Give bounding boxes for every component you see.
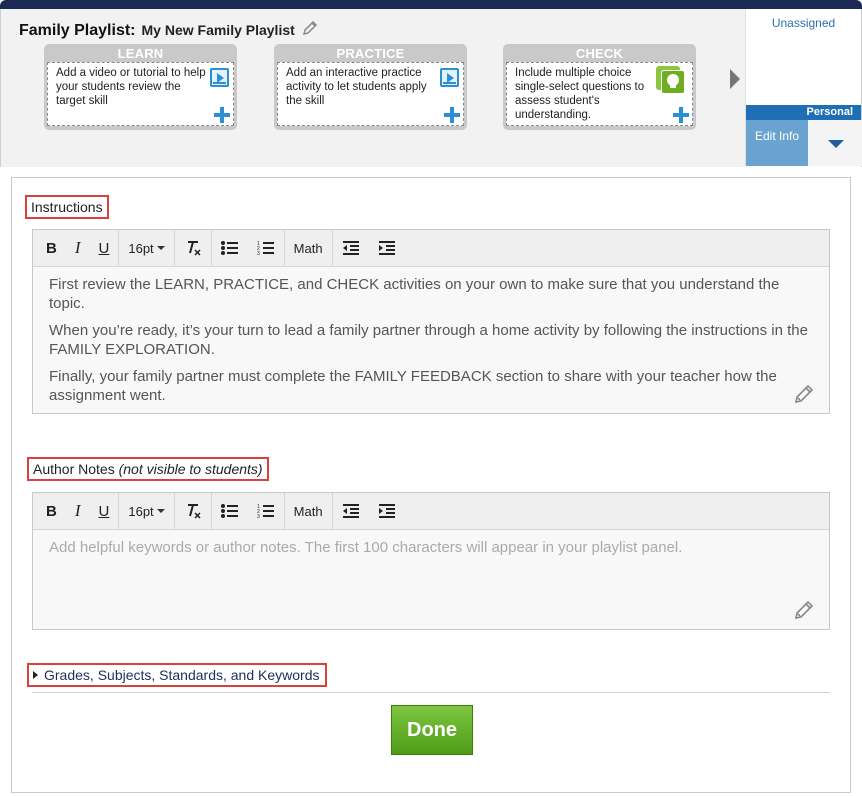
author-notes-label-text: Author Notes [33, 461, 115, 477]
check-card-text: Include multiple choice single-select qu… [515, 67, 645, 121]
author-notes-editor[interactable]: B I U 16pt 123 Math Add helpful keywords… [32, 492, 830, 630]
svg-text:3: 3 [257, 251, 260, 256]
add-check-plus-icon[interactable] [673, 107, 689, 123]
clear-format-button[interactable] [175, 493, 211, 530]
underline-button[interactable]: U [90, 230, 119, 267]
outdent-button[interactable] [333, 493, 369, 530]
clear-format-button[interactable] [175, 230, 211, 267]
next-arrow-icon[interactable] [730, 69, 740, 89]
grades-subjects-toggle[interactable]: Grades, Subjects, Standards, and Keyword… [27, 663, 328, 687]
edit-info-button[interactable]: Edit Info [746, 120, 808, 166]
section-divider [32, 692, 830, 693]
instructions-label: Instructions [25, 195, 109, 219]
author-notes-label: Author Notes (not visible to students) [27, 457, 269, 481]
indent-button[interactable] [369, 230, 405, 267]
caret-down-icon [156, 246, 165, 250]
numbered-list-icon: 123 [257, 241, 274, 256]
check-card-body: Include multiple choice single-select qu… [506, 62, 693, 126]
learn-card-body: Add a video or tutorial to help your stu… [47, 62, 234, 126]
author-notes-text-area[interactable]: Add helpful keywords or author notes. Th… [33, 530, 829, 629]
top-bar [0, 0, 862, 9]
title-row: Family Playlist: My New Family Playlist [19, 17, 319, 40]
instructions-editor[interactable]: B I U 16pt 123 Math First review the LEA… [32, 229, 830, 414]
instructions-paragraph: When you’re ready, it’s your turn to lea… [49, 322, 808, 358]
bullet-list-icon [220, 241, 238, 255]
instructions-paragraph: First review the LEARN, PRACTICE, and CH… [49, 276, 780, 312]
clear-format-icon [187, 241, 201, 256]
practice-card-heading: PRACTICE [336, 46, 405, 61]
indent-icon [378, 241, 395, 255]
side-panel: Unassigned Personal Edit Info [745, 9, 862, 167]
check-card-heading: CHECK [575, 46, 624, 61]
font-size-dropdown[interactable]: 16pt [119, 230, 173, 267]
practice-card-text: Add an interactive practice activity to … [286, 67, 427, 107]
outdent-button[interactable] [333, 230, 369, 267]
font-size-value: 16pt [128, 503, 154, 519]
author-notes-placeholder: Add helpful keywords or author notes. Th… [49, 539, 683, 556]
instructions-text-area[interactable]: First review the LEARN, PRACTICE, and CH… [33, 267, 829, 413]
bullet-list-icon [220, 504, 238, 518]
interactive-icon [440, 68, 459, 87]
page-title: Family Playlist: [19, 22, 136, 39]
instructions-paragraph: Finally, your family partner must comple… [49, 368, 777, 404]
edit-pencil-icon[interactable] [793, 383, 815, 405]
learn-card-text: Add a video or tutorial to help your stu… [56, 67, 206, 107]
edit-pencil-icon[interactable] [793, 599, 815, 621]
bullet-list-button[interactable] [212, 493, 248, 530]
personal-band: Personal [746, 105, 861, 120]
grades-subjects-label: Grades, Subjects, Standards, and Keyword… [44, 667, 320, 683]
indent-icon [378, 504, 395, 518]
author-notes-label-note: (not visible to students) [118, 461, 263, 477]
instructions-label-text: Instructions [31, 199, 103, 215]
caret-down-icon [156, 509, 165, 513]
playlist-header: Family Playlist: My New Family Playlist … [0, 9, 745, 167]
italic-button[interactable]: I [66, 493, 90, 530]
numbered-list-button[interactable]: 123 [248, 230, 284, 267]
dropdown-chevron-icon[interactable] [808, 120, 862, 166]
editor-panel: Instructions B I U 16pt 123 Math First r… [11, 177, 851, 793]
bullet-list-button[interactable] [212, 230, 248, 267]
instructions-toolbar: B I U 16pt 123 Math [33, 229, 829, 267]
indent-button[interactable] [369, 493, 405, 530]
learn-card[interactable]: LEARN Add a video or tutorial to help yo… [44, 44, 237, 130]
practice-card-body: Add an interactive practice activity to … [277, 62, 464, 126]
learn-card-heading: LEARN [117, 46, 164, 61]
bold-button[interactable]: B [37, 493, 66, 530]
add-learn-plus-icon[interactable] [214, 107, 230, 123]
expand-triangle-icon [33, 671, 38, 679]
math-button[interactable]: Math [285, 493, 332, 530]
add-practice-plus-icon[interactable] [444, 107, 460, 123]
numbered-list-icon: 123 [257, 504, 274, 519]
practice-card[interactable]: PRACTICE Add an interactive practice act… [274, 44, 467, 130]
bold-button[interactable]: B [37, 230, 66, 267]
underline-button[interactable]: U [90, 493, 119, 530]
font-size-value: 16pt [128, 240, 154, 256]
italic-button[interactable]: I [66, 230, 90, 267]
assignment-status[interactable]: Unassigned [746, 16, 861, 30]
video-icon [210, 68, 229, 87]
math-button[interactable]: Math [285, 230, 332, 267]
author-notes-toolbar: B I U 16pt 123 Math [33, 492, 829, 530]
clear-format-icon [187, 504, 201, 519]
outdent-icon [342, 504, 359, 518]
font-size-dropdown[interactable]: 16pt [119, 493, 173, 530]
svg-text:3: 3 [257, 514, 260, 519]
outdent-icon [342, 241, 359, 255]
playlist-name: My New Family Playlist [141, 22, 295, 38]
edit-pencil-icon[interactable] [301, 19, 319, 37]
numbered-list-button[interactable]: 123 [248, 493, 284, 530]
done-button[interactable]: Done [391, 705, 473, 755]
check-card[interactable]: CHECK Include multiple choice single-sel… [503, 44, 696, 130]
lightbulb-icon [656, 66, 688, 96]
